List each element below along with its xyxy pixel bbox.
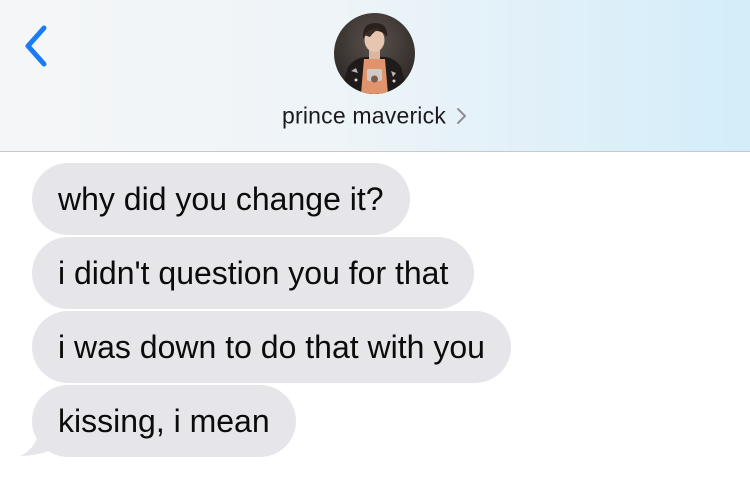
contact-avatar[interactable] [334,13,415,94]
incoming-message-bubble[interactable]: i was down to do that with you [32,311,511,383]
contact-name-link[interactable]: prince maverick [0,101,750,131]
back-button[interactable] [18,22,58,70]
incoming-message-bubble[interactable]: i didn't question you for that [32,237,475,309]
incoming-message-bubble[interactable]: kissing, i mean [32,385,296,457]
conversation-header: prince maverick [0,0,750,152]
chevron-right-icon [457,107,467,124]
chevron-left-icon [25,25,47,67]
contact-name: prince maverick [281,102,447,129]
avatar-photo [334,13,415,94]
messages-screen: prince maverick why did you change it? i… [0,0,750,482]
incoming-message-bubble[interactable]: why did you change it? [32,163,410,235]
